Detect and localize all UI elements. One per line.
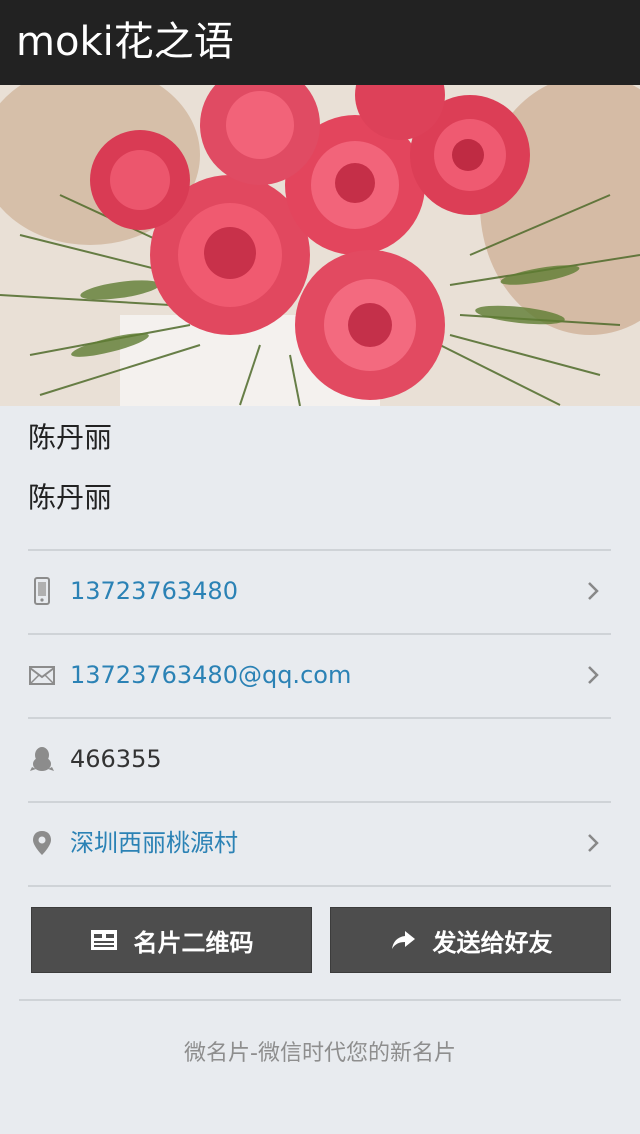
top-bar: moki花之语 (0, 0, 640, 86)
location-pin-icon (28, 829, 56, 857)
email-row[interactable]: 13723763480@qq.com (28, 635, 611, 717)
share-to-friend-button-label: 发送给好友 (432, 928, 553, 957)
share-arrow-icon (389, 928, 417, 952)
contact-name-secondary: 陈丹丽 (28, 481, 113, 514)
divider (19, 999, 621, 1001)
contact-name: 陈丹丽 (28, 421, 113, 454)
name-block: 陈丹丽 陈丹丽 (28, 418, 612, 538)
chevron-right-icon (587, 833, 599, 853)
envelope-icon (28, 661, 56, 689)
chevron-right-icon (587, 665, 599, 685)
footer-slogan: 微名片-微信时代您的新名片 (184, 1041, 456, 1066)
share-to-friend-button[interactable]: 发送给好友 (330, 907, 611, 973)
address-link[interactable]: 深圳西丽桃源村 (70, 823, 238, 863)
business-card-icon (90, 928, 118, 952)
rose-bouquet-illustration (0, 85, 640, 406)
qq-penguin-icon (28, 745, 56, 773)
qq-number: 466355 (70, 745, 162, 773)
qq-row: 466355 (28, 719, 611, 801)
phone-number-link[interactable]: 13723763480 (70, 571, 238, 611)
mobile-phone-icon (28, 577, 56, 605)
chevron-right-icon (587, 581, 599, 601)
address-row[interactable]: 深圳西丽桃源村 (28, 803, 611, 885)
qr-code-button[interactable]: 名片二维码 (31, 907, 312, 973)
qr-code-button-label: 名片二维码 (133, 928, 254, 957)
app-title: moki花之语 (16, 19, 234, 65)
divider (28, 885, 611, 887)
email-link[interactable]: 13723763480@qq.com (70, 655, 351, 695)
phone-row[interactable]: 13723763480 (28, 551, 611, 633)
app-root: moki花之语 陈丹丽 陈丹丽 13723763480 13723763480@… (0, 0, 640, 1134)
hero-image-roses (0, 85, 640, 406)
